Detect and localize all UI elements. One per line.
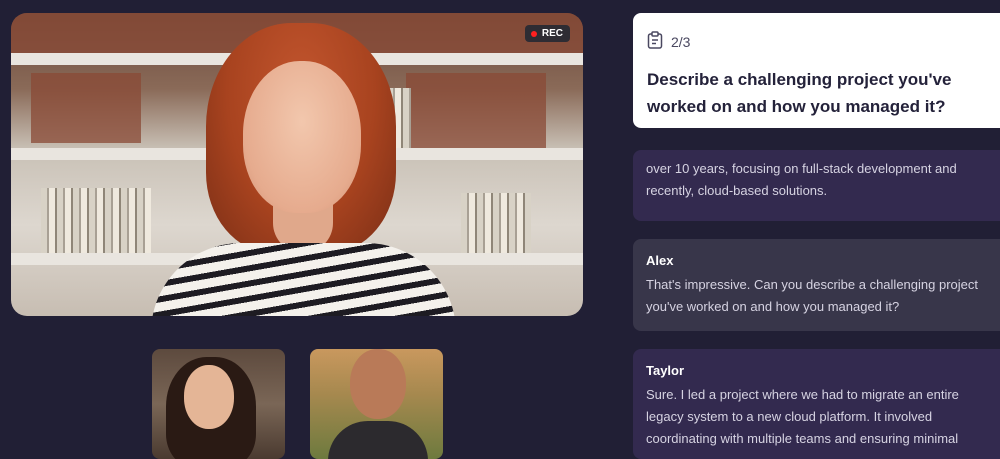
person-shirt (151, 243, 456, 316)
clipboard-icon (647, 31, 663, 52)
question-text: Describe a challenging project you've wo… (647, 70, 952, 116)
main-video-feed[interactable]: REC (11, 13, 583, 316)
participant-thumbnail[interactable] (152, 349, 285, 459)
message-sender: Alex (646, 253, 674, 268)
message-text: Sure. I led a project where we had to mi… (646, 387, 959, 446)
message-text: over 10 years, focusing on full-stack de… (646, 161, 957, 198)
question-card: 2/3 Describe a challenging project you'v… (633, 13, 1000, 128)
rec-label: REC (541, 28, 563, 39)
message-sender: Taylor (646, 363, 685, 378)
transcript-message: over 10 years, focusing on full-stack de… (633, 150, 1000, 221)
books (41, 188, 151, 253)
record-dot-icon (530, 30, 537, 37)
books (461, 193, 531, 253)
brick-wall (31, 73, 141, 143)
message-text: That's impressive. Can you describe a ch… (646, 277, 978, 314)
person-face (243, 61, 361, 213)
brick-wall (406, 73, 546, 148)
question-progress: 2/3 (671, 33, 691, 50)
participant-face (350, 349, 406, 419)
recording-badge: REC (524, 25, 570, 42)
transcript-message: Taylor Sure. I led a project where we ha… (633, 349, 1000, 459)
question-header: 2/3 (647, 31, 999, 52)
participant-face (184, 365, 234, 429)
participant-thumbnail[interactable] (310, 349, 443, 459)
truncated-line (646, 150, 1000, 158)
transcript-message: Alex That's impressive. Can you describe… (633, 239, 1000, 331)
participant-body (328, 421, 428, 459)
